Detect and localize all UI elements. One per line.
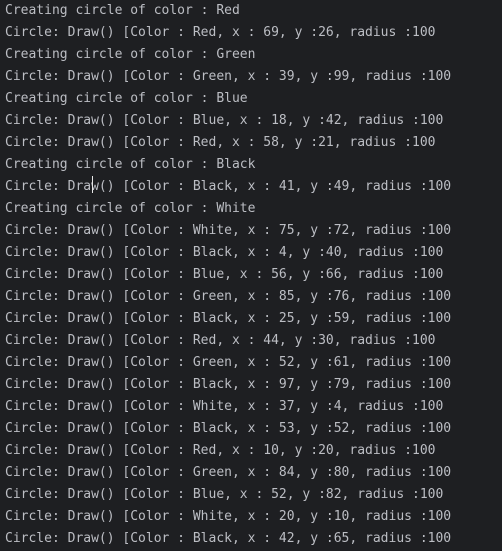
console-line: Circle: Draw() [Color : Green, x : 52, y… (5, 355, 452, 370)
text-caret (92, 176, 93, 193)
console-line: Circle: Draw() [Color : Red, x : 69, y :… (5, 25, 436, 40)
console-line: Circle: Draw() [Color : Green, x : 85, y… (5, 289, 452, 304)
console-line: Circle: Draw() [Color : Black, x : 25, y… (5, 311, 452, 326)
console-line: Circle: Draw() [Color : Red, x : 58, y :… (5, 135, 436, 150)
console-output[interactable]: Creating circle of color : Red Circle: D… (0, 0, 502, 551)
console-line: Circle: Draw() [Color : Black, x : 4, y … (5, 245, 444, 260)
console-line: Circle: Draw() [Color : Black, x : 41, y… (5, 179, 452, 194)
console-line: Circle: Draw() [Color : Black, x : 53, y… (5, 421, 452, 436)
console-line: Circle: Draw() [Color : Red, x : 10, y :… (5, 443, 436, 458)
console-line: Creating circle of color : White (5, 201, 256, 216)
console-line: Circle: Draw() [Color : Green, x : 39, y… (5, 69, 452, 84)
console-line: Circle: Draw() [Color : White, x : 37, y… (5, 399, 444, 414)
console-line: Creating circle of color : Black (5, 157, 256, 172)
console-line: Creating circle of color : Green (5, 47, 256, 62)
console-line: Circle: Draw() [Color : Blue, x : 18, y … (5, 113, 444, 128)
console-line: Circle: Draw() [Color : Black, x : 97, y… (5, 377, 452, 392)
console-line: Circle: Draw() [Color : White, x : 75, y… (5, 223, 452, 238)
console-line: Circle: Draw() [Color : Blue, x : 52, y … (5, 487, 444, 502)
console-line: Circle: Draw() [Color : Black, x : 42, y… (5, 531, 452, 546)
console-line: Creating circle of color : Red (5, 3, 240, 18)
console-line: Circle: Draw() [Color : Blue, x : 56, y … (5, 267, 444, 282)
console-line: Circle: Draw() [Color : Green, x : 84, y… (5, 465, 452, 480)
console-line: Circle: Draw() [Color : Red, x : 44, y :… (5, 333, 436, 348)
console-line: Circle: Draw() [Color : White, x : 20, y… (5, 509, 452, 524)
console-line: Creating circle of color : Blue (5, 91, 248, 106)
